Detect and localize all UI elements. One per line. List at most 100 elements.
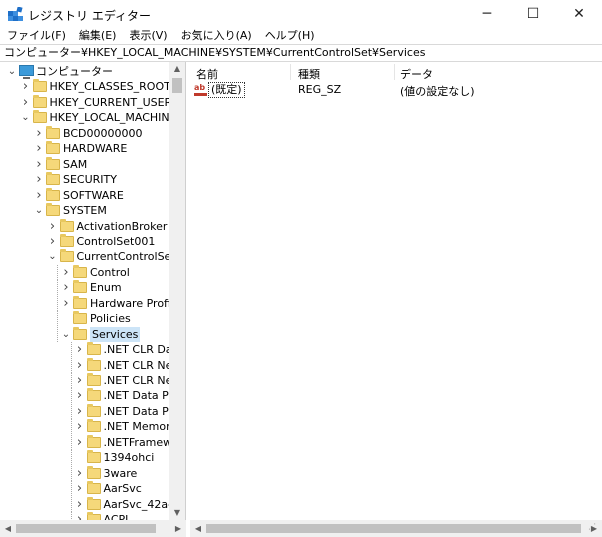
tree-node[interactable]: › Enum	[0, 280, 185, 296]
tree-guide-line	[70, 342, 72, 358]
menu-file[interactable]: ファイル(F)	[0, 28, 72, 44]
menu-view[interactable]: 表示(V)	[122, 28, 173, 44]
tree-node[interactable]: › .NET CLR Netw	[0, 357, 185, 373]
maximize-button[interactable]: ☐	[510, 0, 556, 28]
folder-icon	[46, 203, 60, 217]
tree-node[interactable]: › 3ware	[0, 465, 185, 481]
chevron-down-icon[interactable]: ⌄	[21, 110, 31, 125]
tree-node[interactable]: › HKEY_CURRENT_USER	[0, 94, 185, 110]
tree-node[interactable]: › .NET CLR Netw	[0, 373, 185, 388]
column-header-name[interactable]: 名前	[196, 66, 218, 82]
chevron-right-icon[interactable]: ›	[21, 95, 31, 110]
tree-node[interactable]: › .NETFramewor	[0, 434, 185, 450]
resize-grip-icon[interactable]: ⋰	[588, 522, 600, 534]
tree-node[interactable]: 1394ohci	[0, 450, 185, 466]
tree-node-label: Control	[90, 265, 130, 279]
scroll-right-icon[interactable]: ▶	[170, 520, 186, 537]
menu-help[interactable]: ヘルプ(H)	[258, 28, 321, 44]
chevron-right-icon[interactable]: ›	[75, 466, 85, 481]
key-tree[interactable]: ⌄ コンピューター › HKEY_CLASSES_ROOT › HKEY_CURRENT_…	[0, 62, 186, 537]
chevron-right-icon[interactable]: ›	[75, 388, 85, 403]
chevron-down-icon[interactable]: ⌄	[61, 327, 71, 342]
chevron-right-icon[interactable]: ›	[61, 280, 71, 295]
close-button[interactable]: ✕	[556, 0, 602, 28]
scroll-up-icon[interactable]: ▲	[169, 62, 185, 76]
tree-node[interactable]: ⌄ HKEY_LOCAL_MACHINE	[0, 110, 185, 125]
tree-node[interactable]: › SAM	[0, 156, 185, 172]
tree-node[interactable]: › ControlSet001	[0, 233, 185, 249]
chevron-right-icon[interactable]: ›	[75, 435, 85, 450]
minimize-icon: ─	[482, 6, 492, 22]
scroll-left-icon[interactable]: ◀	[190, 520, 206, 537]
chevron-right-icon[interactable]: ›	[61, 265, 71, 280]
folder-icon	[86, 465, 101, 479]
chevron-right-icon[interactable]: ›	[34, 188, 44, 203]
scroll-down-icon[interactable]: ▼	[169, 506, 185, 520]
chevron-right-icon[interactable]: ›	[75, 342, 85, 357]
chevron-down-icon[interactable]: ⌄	[7, 64, 17, 79]
chevron-right-icon[interactable]: ›	[75, 481, 85, 496]
tree-node[interactable]: › SECURITY	[0, 172, 185, 187]
values-list[interactable]: 名前 種類 データ ab (既定) REG_SZ (値の設定なし) ◀ ▶	[190, 62, 602, 537]
chevron-down-icon[interactable]: ⌄	[48, 249, 58, 264]
chevron-right-icon[interactable]: ›	[75, 358, 85, 373]
column-header-data[interactable]: データ	[400, 66, 433, 82]
folder-icon	[32, 94, 47, 108]
computer-icon	[19, 65, 34, 79]
tree-node-label: Enum	[90, 281, 122, 295]
scroll-thumb[interactable]	[16, 524, 156, 533]
tree-node-label: SAM	[63, 157, 88, 171]
tree-node[interactable]: › .NET Data Prov	[0, 403, 185, 419]
tree-node[interactable]: Policies	[0, 311, 185, 327]
tree-node[interactable]: ⌄ CurrentControlSet	[0, 249, 185, 264]
chevron-right-icon[interactable]: ›	[75, 404, 85, 419]
list-horizontal-scrollbar[interactable]: ◀ ▶	[190, 520, 602, 537]
tree-horizontal-scrollbar[interactable]: ◀ ▶	[0, 520, 186, 537]
menu-favorites[interactable]: お気に入り(A)	[174, 28, 258, 44]
column-header-type[interactable]: 種類	[298, 66, 320, 82]
tree-node[interactable]: › ActivationBroker	[0, 218, 185, 234]
scroll-thumb[interactable]	[172, 78, 182, 93]
tree-node-label: Services	[90, 326, 141, 342]
value-row[interactable]: ab (既定) REG_SZ (値の設定なし)	[192, 82, 597, 98]
tree-node[interactable]: › SOFTWARE	[0, 187, 185, 203]
chevron-right-icon[interactable]: ›	[34, 126, 44, 141]
tree-node[interactable]: › BCD00000000	[0, 125, 185, 141]
tree-node[interactable]: › Hardware Profiles	[0, 295, 185, 311]
tree-node[interactable]: › HKEY_CLASSES_ROOT	[0, 79, 185, 94]
chevron-right-icon[interactable]: ›	[48, 234, 58, 249]
tree-guide-line	[57, 264, 58, 280]
chevron-right-icon[interactable]: ›	[61, 296, 71, 311]
tree-node-label: HARDWARE	[63, 142, 128, 156]
chevron-right-icon[interactable]: ›	[75, 419, 85, 434]
tree-node[interactable]: › .NET Data Prov	[0, 388, 185, 404]
column-divider[interactable]	[290, 64, 291, 80]
tree-node[interactable]: ⌄ コンピューター	[0, 64, 185, 79]
chevron-right-icon[interactable]: ›	[75, 373, 85, 388]
chevron-right-icon[interactable]: ›	[34, 141, 44, 156]
tree-vertical-scrollbar[interactable]: ▲ ▼	[169, 62, 185, 520]
tree-node[interactable]: › AarSvc_42ae9	[0, 496, 185, 512]
chevron-right-icon[interactable]: ›	[75, 497, 85, 512]
close-icon: ✕	[573, 6, 585, 22]
scroll-left-icon[interactable]: ◀	[0, 520, 16, 537]
column-divider[interactable]	[394, 64, 395, 80]
menu-edit[interactable]: 編集(E)	[72, 28, 123, 44]
chevron-right-icon[interactable]: ›	[34, 172, 44, 187]
tree-node[interactable]: ⌄ SYSTEM	[0, 203, 185, 218]
chevron-right-icon[interactable]: ›	[48, 219, 58, 234]
scroll-thumb[interactable]	[206, 524, 581, 533]
minimize-button[interactable]: ─	[464, 0, 510, 28]
address-bar[interactable]: コンピューター¥HKEY_LOCAL_MACHINE¥SYSTEM¥Curren…	[0, 44, 602, 62]
tree-node[interactable]: › AarSvc	[0, 481, 185, 497]
tree-node[interactable]: › .NET CLR Data	[0, 342, 185, 358]
chevron-right-icon[interactable]: ›	[34, 157, 44, 172]
tree-node[interactable]: › HARDWARE	[0, 141, 185, 156]
tree-node[interactable]: ⌄ Services	[0, 326, 185, 342]
tree-node[interactable]: › .NET Memory C	[0, 419, 185, 435]
tree-node[interactable]: › Control	[0, 264, 185, 280]
chevron-down-icon[interactable]: ⌄	[34, 203, 44, 218]
folder-icon	[86, 342, 101, 356]
tree-node-label: SECURITY	[63, 173, 117, 187]
chevron-right-icon[interactable]: ›	[21, 79, 31, 94]
